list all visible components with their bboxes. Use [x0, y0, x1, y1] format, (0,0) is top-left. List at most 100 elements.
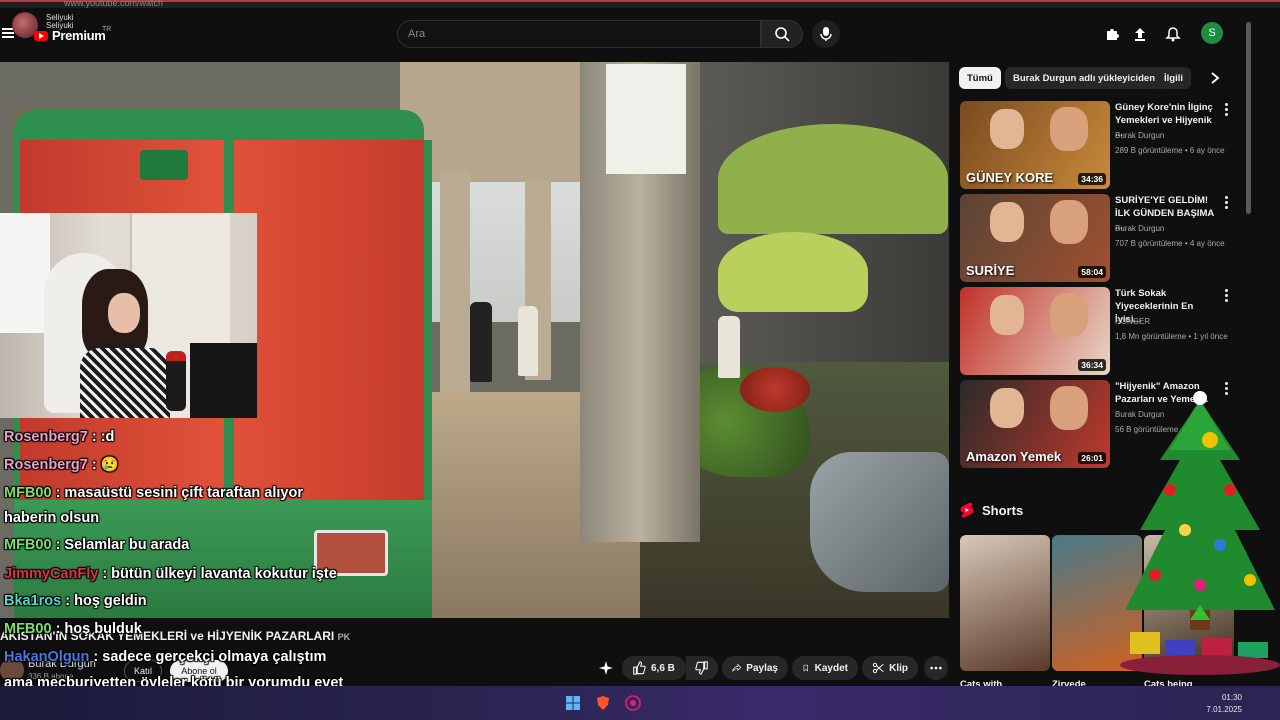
ai-ask-button[interactable]: [598, 660, 616, 678]
like-button[interactable]: 6,6 B: [622, 656, 686, 680]
chat-line: MFB00 : Selamlar bu arada: [4, 536, 189, 554]
chat-line: haberin olsun: [4, 509, 99, 527]
browser-tab-strip: www.youtube.com/watch: [0, 0, 1280, 8]
bookmark-icon: [803, 664, 809, 672]
search-icon: [775, 27, 790, 42]
video-title-flag: PK: [337, 632, 351, 642]
thumbnail-text: GÜNEY KORE: [966, 170, 1054, 185]
thumbs-up-icon: [633, 661, 646, 675]
chat-line: Rosenberg7 : :d: [4, 428, 114, 446]
video-duration: 34:36: [1078, 173, 1106, 185]
recommended-meta: 1,8 Mn görüntüleme • 1 yıl önce: [1115, 332, 1228, 341]
video-duration: 26:01: [1078, 452, 1106, 464]
recommended-video[interactable]: 36:34 Türk Sokak Yiyeceklerinin En İyisi.…: [960, 287, 1240, 375]
video-duration: 58:04: [1078, 266, 1106, 278]
chip-related[interactable]: İlgili: [1156, 67, 1191, 89]
video-scene-person: [518, 306, 538, 376]
scissors-icon: [872, 662, 884, 674]
recommended-video[interactable]: GÜNEY KORE 34:36 Güney Kore'nin İlginç Yem…: [960, 101, 1240, 189]
thumbnail-face: [1050, 293, 1088, 337]
upload-button[interactable]: [1130, 24, 1150, 44]
user-avatar[interactable]: S: [1201, 22, 1223, 44]
thumbnail-text: SURİYE: [966, 263, 1015, 278]
chat-message: : sadece gerçekçi olmaya çalıştım: [89, 649, 327, 665]
chat-message: : bütün ülkeyi lavanta kokutur işte: [98, 566, 337, 582]
thumbnail-text: Amazon Yemek: [966, 449, 1062, 464]
video-scene-radishes: [740, 367, 810, 412]
obs-icon[interactable]: [624, 694, 642, 712]
video-scene-pillar: [440, 172, 470, 392]
shorts-header: Shorts: [960, 500, 1023, 520]
clock-date: 7.01.2025: [1206, 705, 1242, 714]
windows-start-icon[interactable]: [564, 694, 582, 712]
recommended-thumbnail[interactable]: 36:34: [960, 287, 1110, 375]
recommended-thumbnail[interactable]: GÜNEY KORE 34:36: [960, 101, 1110, 189]
voice-search-button[interactable]: [812, 20, 840, 48]
thumbnail-face: [990, 295, 1024, 335]
chat-message: : masaüstü sesini çift taraftan alıyor: [51, 485, 303, 501]
recommended-thumbnail[interactable]: Amazon Yemek 26:01: [960, 380, 1110, 468]
page-scrollbar[interactable]: [1246, 22, 1251, 214]
recommended-channel[interactable]: Burak Durgun: [1115, 131, 1164, 140]
video-scene-fish: [810, 452, 949, 592]
rickshaw-flag: [140, 150, 188, 180]
chat-username: Rosenberg7: [4, 429, 88, 445]
search-button[interactable]: [761, 20, 803, 48]
more-options-icon[interactable]: [1225, 289, 1231, 303]
share-icon: [732, 663, 742, 672]
more-actions-button[interactable]: [924, 656, 948, 680]
puzzle-icon: [1107, 29, 1119, 40]
thumbnail-face: [1050, 386, 1088, 430]
video-scene-person: [470, 302, 492, 382]
video-scene-umbrella: [718, 232, 868, 312]
chat-line: MFB00 : masaüstü sesini çift taraftan al…: [4, 484, 303, 502]
extension-icon[interactable]: [1102, 24, 1122, 44]
more-horizontal-icon: [930, 666, 942, 670]
recommended-thumbnail[interactable]: SURİYE 58:04: [960, 194, 1110, 282]
chat-username: Bka1ros: [4, 593, 62, 609]
thumbnail-face: [1050, 200, 1088, 244]
chat-line: Bka1ros : hoş geldin: [4, 592, 147, 610]
streamer-webcam: [0, 213, 257, 418]
chat-username: JimmyCanFly: [4, 566, 99, 582]
recommended-channel[interactable]: Burak Durgun: [1115, 224, 1164, 233]
video-scene-poster: [606, 64, 686, 174]
chat-message: : hoş bulduk: [51, 621, 142, 637]
youtube-logo[interactable]: Premium TR: [34, 26, 111, 43]
like-count: 6,6 B: [651, 662, 675, 674]
share-button[interactable]: Paylaş: [722, 656, 788, 680]
more-options-icon[interactable]: [1225, 196, 1231, 210]
thumbnail-face: [990, 109, 1024, 149]
chip-from-uploader[interactable]: Burak Durgun adlı yükleyiciden: [1005, 67, 1164, 89]
dislike-button[interactable]: [686, 656, 718, 680]
bell-icon: [1165, 27, 1181, 42]
webcam-streamer-shirt: [80, 348, 170, 418]
chevron-right-icon: [1211, 72, 1220, 84]
recommended-video[interactable]: SURİYE 58:04 SURİYE'YE GELDİM! İLK GÜNDEN …: [960, 194, 1240, 282]
recommended-meta: 289 B görüntüleme • 6 ay önce: [1115, 146, 1225, 155]
recommended-channel[interactable]: HONGER: [1115, 317, 1150, 326]
short-thumbnail[interactable]: [960, 535, 1050, 671]
upload-icon: [1135, 28, 1145, 41]
video-scene-person: [718, 316, 740, 378]
notifications-button[interactable]: [1163, 24, 1183, 44]
chat-username: HakanOlgun: [4, 649, 90, 665]
webcam-streamer-face: [108, 293, 140, 333]
chip-all[interactable]: Tümü: [959, 67, 1001, 89]
webcam-monitor: [190, 343, 257, 418]
logo-text: Premium: [52, 28, 106, 43]
microphone-icon: [820, 27, 832, 41]
chat-message: : Selamlar bu arada: [51, 537, 190, 553]
chat-message: : hoş geldin: [61, 593, 147, 609]
chat-line: JimmyCanFly : bütün ülkeyi lavanta kokut…: [4, 565, 337, 583]
chips-next-button[interactable]: [1206, 69, 1224, 87]
chat-message: : 😢: [87, 457, 119, 473]
save-button[interactable]: Kaydet: [792, 656, 858, 680]
brave-browser-icon[interactable]: [594, 694, 612, 712]
search-input[interactable]: Ara: [397, 20, 761, 48]
url-text[interactable]: www.youtube.com/watch: [64, 0, 163, 8]
taskbar-clock[interactable]: 01:30 7.01.2025: [1196, 692, 1242, 716]
clip-button[interactable]: Klip: [862, 656, 918, 680]
chat-username: MFB00: [4, 537, 52, 553]
more-options-icon[interactable]: [1225, 103, 1231, 117]
